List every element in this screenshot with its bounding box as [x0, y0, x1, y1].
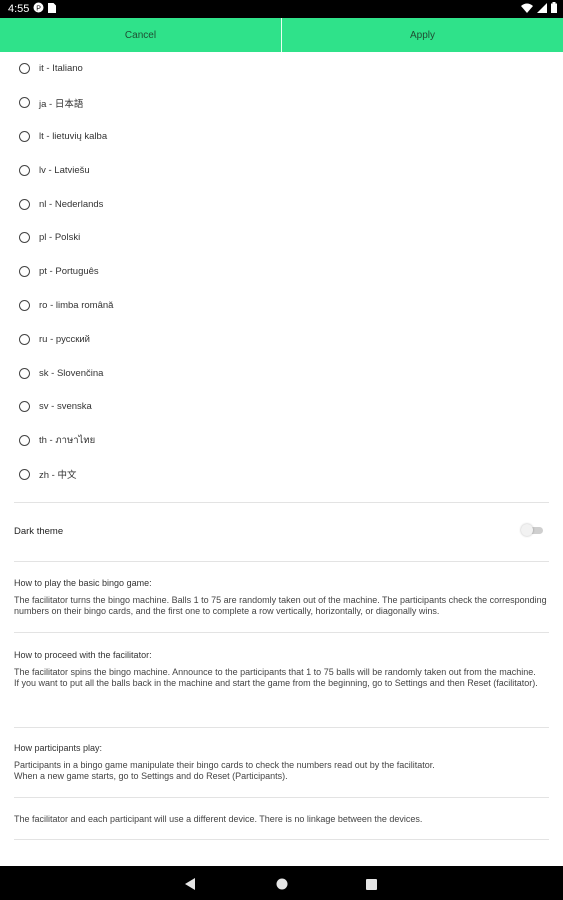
back-icon[interactable]	[185, 877, 196, 895]
divider	[14, 502, 549, 503]
language-label: sv - svenska	[39, 401, 92, 413]
language-option[interactable]: pl - Polski	[0, 221, 563, 255]
language-option[interactable]: sk - Slovenčina	[0, 356, 563, 390]
language-label: pt - Português	[39, 266, 99, 278]
participants-help: How participants play: Participants in a…	[14, 743, 549, 783]
sim-card-icon	[48, 2, 57, 16]
facilitator-help: How to proceed with the facilitator: The…	[14, 650, 549, 690]
radio-button[interactable]	[19, 435, 30, 447]
language-label: ja - 日本語	[39, 98, 84, 110]
language-label: lv - Latviešu	[39, 164, 90, 176]
participants-text-2: When a new game starts, go to Settings a…	[14, 771, 288, 782]
language-option[interactable]: ja - 日本語	[0, 86, 563, 120]
divider	[14, 561, 549, 562]
radio-button[interactable]	[19, 333, 30, 345]
wifi-icon	[521, 3, 533, 16]
language-label: pl - Polski	[39, 232, 81, 244]
radio-button[interactable]	[19, 232, 30, 244]
devices-text: The facilitator and each participant wil…	[14, 814, 423, 824]
radio-button[interactable]	[19, 468, 30, 480]
facilitator-title: How to proceed with the facilitator:	[14, 650, 152, 660]
language-label: th - ภาษาไทย	[39, 435, 96, 447]
language-label: lt - lietuvių kalba	[39, 130, 108, 142]
language-label: sk - Slovenčina	[39, 367, 104, 379]
language-option[interactable]: it - Italiano	[0, 52, 563, 86]
radio-button[interactable]	[19, 401, 30, 413]
participants-title: How participants play:	[14, 743, 103, 753]
language-label: it - Italiano	[39, 63, 83, 75]
dark-theme-label: Dark theme	[14, 525, 64, 537]
language-list: it - Italiano ja - 日本語 lt - lietuvių kal…	[0, 52, 563, 491]
basic-game-text: The facilitator turns the bingo machine.…	[14, 594, 547, 617]
language-label: zh - 中文	[39, 470, 77, 482]
devices-help: The facilitator and each participant wil…	[14, 814, 549, 826]
navigation-bar	[0, 866, 563, 900]
facilitator-text-1: The facilitator spins the bingo machine.…	[14, 666, 536, 677]
basic-game-help: How to play the basic bingo game: The fa…	[14, 578, 549, 618]
language-option[interactable]: pt - Português	[0, 255, 563, 289]
radio-button[interactable]	[19, 97, 30, 109]
divider	[14, 632, 549, 633]
svg-text:P: P	[37, 5, 42, 12]
radio-button[interactable]	[19, 130, 30, 142]
action-bar: Cancel Apply	[0, 18, 563, 52]
notification-p-icon: P	[33, 2, 44, 16]
status-time: 4:55	[8, 3, 30, 15]
basic-game-title: How to play the basic bingo game:	[14, 578, 152, 588]
language-option[interactable]: ro - limba română	[0, 289, 563, 323]
dark-theme-row[interactable]: Dark theme	[14, 522, 549, 540]
language-label: ru - русский	[39, 333, 90, 345]
language-option[interactable]: nl - Nederlands	[0, 187, 563, 221]
switch-thumb	[521, 524, 533, 536]
divider	[14, 839, 549, 840]
language-option[interactable]: th - ภาษาไทย	[0, 424, 563, 458]
apply-button[interactable]: Apply	[282, 18, 563, 52]
signal-icon	[537, 2, 547, 16]
radio-button[interactable]	[19, 198, 30, 210]
radio-button[interactable]	[19, 164, 30, 176]
radio-button[interactable]	[19, 299, 30, 311]
divider	[14, 727, 549, 728]
dark-theme-switch[interactable]	[521, 524, 543, 536]
status-bar: 4:55 P	[0, 0, 563, 18]
language-option[interactable]: zh - 中文	[0, 458, 563, 492]
participants-text-1: Participants in a bingo game manipulate …	[14, 759, 435, 770]
radio-button[interactable]	[19, 367, 30, 379]
battery-icon	[551, 2, 557, 16]
facilitator-text-2: If you want to put all the balls back in…	[14, 678, 538, 689]
language-option[interactable]: lv - Latviešu	[0, 153, 563, 187]
divider	[14, 797, 549, 798]
radio-button[interactable]	[19, 266, 30, 278]
language-label: ro - limba română	[39, 299, 114, 311]
language-option[interactable]: sv - svenska	[0, 390, 563, 424]
cancel-button[interactable]: Cancel	[0, 18, 281, 52]
recents-icon[interactable]	[366, 877, 377, 895]
language-option[interactable]: lt - lietuvių kalba	[0, 120, 563, 154]
language-label: nl - Nederlands	[39, 198, 104, 210]
radio-button[interactable]	[19, 63, 30, 75]
language-option[interactable]: ru - русский	[0, 322, 563, 356]
home-icon[interactable]	[276, 877, 288, 895]
